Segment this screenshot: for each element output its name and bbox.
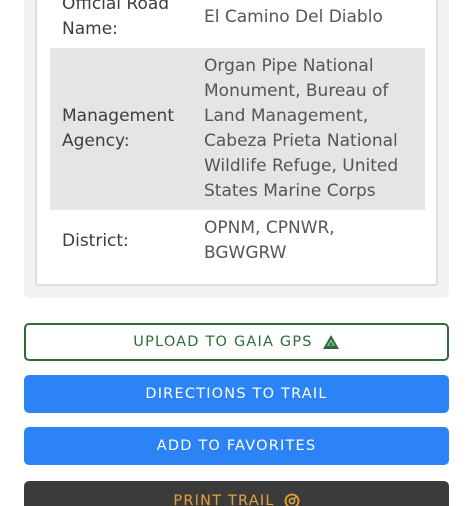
directions-to-trail-button[interactable]: DIRECTIONS TO TRAIL (24, 375, 449, 413)
upload-to-gaia-gps-label: UPLOAD TO GAIA GPS (133, 334, 313, 350)
directions-to-trail-label: DIRECTIONS TO TRAIL (145, 386, 328, 402)
detail-value: Organ Pipe National Monument, Bureau of … (204, 56, 399, 201)
detail-label: District: (62, 230, 129, 251)
print-trail-icon (284, 493, 300, 506)
detail-label: Official Road Name: (62, 0, 170, 39)
detail-row-management-agency: Management Agency: Organ Pipe National M… (50, 48, 425, 210)
print-trail-button[interactable]: PRINT TRAIL (24, 481, 449, 506)
upload-to-gaia-gps-button[interactable]: UPLOAD TO GAIA GPS (24, 323, 449, 361)
add-to-favorites-button[interactable]: ADD TO FAVORITES (24, 427, 449, 465)
trail-details-page: Official Road Name: El Camino Del Diablo… (0, 0, 473, 506)
detail-row-official-road-name: Official Road Name: El Camino Del Diablo (50, 0, 425, 46)
detail-row-district: District: OPNM, CPNWR, BGWGRW (50, 210, 425, 272)
add-to-favorites-label: ADD TO FAVORITES (156, 438, 317, 454)
print-trail-label: PRINT TRAIL (173, 493, 275, 506)
detail-label: Management Agency: (62, 106, 174, 151)
detail-value: El Camino Del Diablo (204, 6, 383, 27)
details-card: Official Road Name: El Camino Del Diablo… (35, 0, 438, 286)
gaia-gps-icon (322, 334, 340, 350)
detail-value: OPNM, CPNWR, BGWGRW (204, 218, 335, 263)
